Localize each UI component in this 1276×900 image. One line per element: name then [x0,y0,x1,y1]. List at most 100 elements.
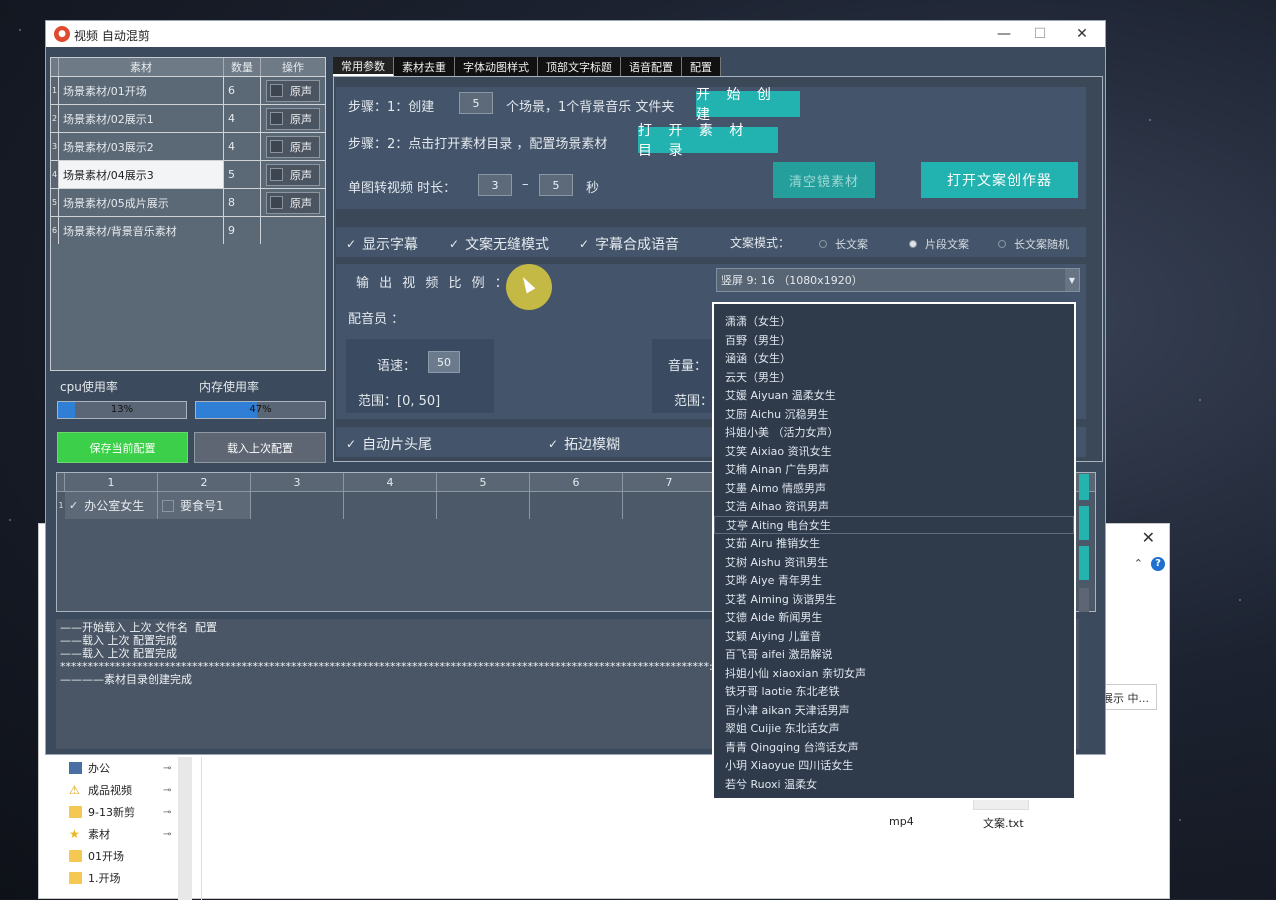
side-action-button[interactable] [1079,546,1089,580]
voice-option[interactable]: 艾笑 Aixiao 资讯女生 [714,442,1074,461]
voice-option[interactable]: 艾亭 Aiting 电台女生 [714,515,1074,534]
material-row[interactable]: 3 场景素材/03展示2 4 原声 [51,132,325,160]
voice-option[interactable]: 翠姐 Cuijie 东北话女声 [714,719,1074,738]
material-row[interactable]: 6 场景素材/背景音乐素材 9 [51,216,325,244]
side-action-button[interactable] [1079,588,1089,612]
grid-cell-empty[interactable] [530,492,623,519]
side-action-button[interactable] [1079,506,1089,540]
duration-max-input[interactable]: 5 [539,174,573,196]
grid-cell-empty[interactable] [344,492,437,519]
file-name-txt[interactable]: 文案.txt [983,815,1024,831]
material-row[interactable]: 2 场景素材/02展示1 4 原声 [51,104,325,132]
voice-option[interactable]: 铁牙哥 laotie 东北老铁 [714,682,1074,701]
voice-option[interactable]: 艾茗 Aiming 诙谐男生 [714,590,1074,609]
material-name[interactable]: 场景素材/04展示3 [59,161,224,188]
start-create-button[interactable]: 开 始 创 建 [696,87,800,123]
pin-icon[interactable]: ⊸ [163,785,171,796]
voice-option[interactable]: 小玥 Xiaoyue 四川话女生 [714,756,1074,775]
material-row[interactable]: 4 场景素材/04展示3 5 原声 [51,160,325,188]
grid-cell-empty[interactable] [437,492,530,519]
close-button[interactable]: ✕ [1067,24,1097,44]
tab-4[interactable]: 语音配置 [621,57,682,76]
original-audio-toggle[interactable]: 原声 [266,107,320,130]
material-name[interactable]: 场景素材/01开场 [59,77,224,104]
chevron-up-icon[interactable]: ⌃ [1134,557,1143,570]
load-config-button[interactable]: 载入上次配置 [194,432,326,463]
side-action-button[interactable] [1079,474,1089,500]
show-subtitle-checkbox[interactable]: ✓ 显示字幕 [346,234,418,254]
subtitle-voice-checkbox[interactable]: ✓ 字幕合成语音 [579,234,679,254]
nav-item[interactable]: 1.开场 [39,867,201,889]
original-audio-toggle[interactable]: 原声 [266,163,320,186]
voice-option[interactable]: 艾树 Aishu 资讯男生 [714,553,1074,572]
pin-icon[interactable]: ⊸ [163,807,171,818]
file-name-mp4[interactable]: mp4 [889,815,914,828]
pin-icon[interactable]: ⊸ [163,829,171,840]
nav-item[interactable]: 01开场 [39,845,201,867]
nav-scrollbar[interactable] [178,757,192,900]
grid-cell-voice-1[interactable]: ✓ 办公室女生 [65,492,158,519]
voice-option[interactable]: 潇潇（女生） [714,312,1074,331]
nav-item[interactable]: ★ 素材 ⊸ [39,823,201,845]
grid-cell-voice-2[interactable]: 要食号1 [158,492,251,519]
explorer-search-input[interactable]: 展示 中... [1097,684,1157,710]
voice-option[interactable]: 艾茹 Airu 推销女生 [714,534,1074,553]
dropdown-arrow-icon[interactable]: ▼ [1065,269,1079,291]
voice-option[interactable]: 艾厨 Aichu 沉稳男生 [714,405,1074,424]
voice-option[interactable]: 青青 Qingqing 台湾话女声 [714,738,1074,757]
voice-option[interactable]: 艾楠 Ainan 广告男声 [714,460,1074,479]
tab-5[interactable]: 配置 [682,57,721,76]
tab-3[interactable]: 顶部文字标题 [538,57,621,76]
material-name[interactable]: 场景素材/02展示1 [59,105,224,132]
tab-0[interactable]: 常用参数 [333,57,394,76]
voice-option[interactable]: 艾德 Aide 新闻男生 [714,608,1074,627]
material-name[interactable]: 场景素材/03展示2 [59,133,224,160]
duration-min-input[interactable]: 3 [478,174,512,196]
open-material-dir-button[interactable]: 打 开 素 材 目 录 [638,123,778,159]
open-copywriter-button[interactable]: 打开文案创作器 [921,162,1078,198]
grid-cell-empty[interactable] [623,492,716,519]
copy-mode-radio[interactable]: 片段文案 [909,236,969,252]
voice-option[interactable]: 百小津 aikan 天津话男声 [714,701,1074,720]
copy-mode-radio[interactable]: 长文案随机 [998,236,1069,252]
voice-option[interactable]: 百飞哥 aifei 激昂解说 [714,645,1074,664]
grid-cell-empty[interactable] [251,492,344,519]
help-icon[interactable]: ? [1151,557,1165,571]
scene-count-input[interactable]: 5 [459,92,493,114]
minimize-button[interactable]: — [989,24,1019,44]
voice-option[interactable]: 百野（男生） [714,331,1074,350]
voice-option[interactable]: 云天（男生） [714,368,1074,387]
clean-material-button[interactable]: 清空镜素材 [773,162,875,198]
voice-option[interactable]: 艾媛 Aiyuan 温柔女生 [714,386,1074,405]
material-row[interactable]: 1 场景素材/01开场 6 原声 [51,76,325,104]
voice-option[interactable]: 艾墨 Aimo 情感男声 [714,479,1074,498]
maximize-button[interactable]: ☐ [1025,24,1055,44]
nav-item[interactable]: 办公 ⊸ [39,757,201,779]
blur-edge-checkbox[interactable]: ✓ 拓边模糊 [548,434,620,454]
original-audio-toggle[interactable]: 原声 [266,79,320,102]
voice-dropdown-list[interactable]: 潇潇（女生） 百野（男生） 涵涵（女生） 云天（男生） 艾媛 Aiyuan 温柔女生 艾厨… [712,302,1076,800]
material-row[interactable]: 5 场景素材/05成片展示 8 原声 [51,188,325,216]
voice-option[interactable]: 抖姐小仙 xiaoxian 亲切女声 [714,664,1074,683]
voice-option[interactable]: 艾颖 Aiying 儿童音 [714,627,1074,646]
explorer-close-icon[interactable]: ✕ [1142,528,1155,547]
material-name[interactable]: 场景素材/背景音乐素材 [59,217,224,244]
output-ratio-select[interactable]: 竖屏 9: 16 （1080x1920） ▼ [716,268,1080,292]
voice-option[interactable]: 抖姐小美 （活力女声） [714,423,1074,442]
voice-option[interactable]: 若兮 Ruoxi 温柔女 [714,775,1074,794]
copy-mode-radio[interactable]: 长文案 [819,236,868,252]
material-name[interactable]: 场景素材/05成片展示 [59,189,224,216]
pin-icon[interactable]: ⊸ [163,763,171,774]
nav-item[interactable]: 9-13新剪 ⊸ [39,801,201,823]
original-audio-toggle[interactable]: 原声 [266,135,320,158]
tab-1[interactable]: 素材去重 [394,57,455,76]
save-config-button[interactable]: 保存当前配置 [57,432,188,463]
nav-item[interactable]: ⚠ 成品视频 ⊸ [39,779,201,801]
auto-head-tail-checkbox[interactable]: ✓ 自动片头尾 [346,434,432,454]
speed-input[interactable]: 50 [428,351,460,373]
voice-option[interactable]: 涵涵（女生） [714,349,1074,368]
seamless-mode-checkbox[interactable]: ✓ 文案无缝模式 [449,234,549,254]
voice-option[interactable]: 艾浩 Aihao 资讯男声 [714,497,1074,516]
original-audio-toggle[interactable]: 原声 [266,191,320,214]
voice-option[interactable]: 艾晔 Aiye 青年男生 [714,571,1074,590]
